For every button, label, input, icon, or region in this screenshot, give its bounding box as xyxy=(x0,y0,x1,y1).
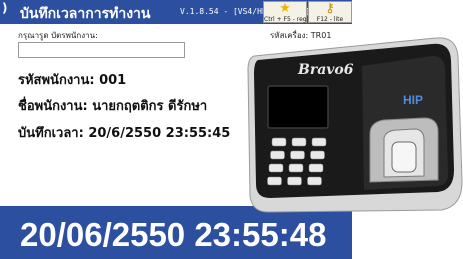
lite-button-label: F12 - lite xyxy=(316,16,344,23)
device-key xyxy=(290,150,305,160)
fingerprint-sensor-glass xyxy=(391,141,417,173)
device-key xyxy=(270,150,285,160)
key-icon: ⚷ xyxy=(325,1,335,16)
device-key xyxy=(271,137,287,147)
window-title: บันทึกเวลาการทำงาน xyxy=(20,6,151,22)
current-clock: 20/06/2550 23:55:48 xyxy=(20,216,327,253)
title-bar: ) บันทึกเวลาการทำงาน V.1.8.54 - [VS4/HEA… xyxy=(0,0,352,24)
star-icon: ★ xyxy=(279,1,291,16)
record-time: บันทึกเวลา: 20/6/2550 23:55:45 xyxy=(18,126,231,141)
register-button[interactable]: ★ Ctrl + F5 - reg xyxy=(263,1,307,23)
device-screen xyxy=(267,85,329,129)
device-key xyxy=(307,176,322,186)
device-key xyxy=(291,137,307,147)
device-key xyxy=(310,150,325,160)
device-key xyxy=(267,176,282,186)
device-key xyxy=(287,176,302,186)
device-badge: HIP xyxy=(403,93,423,107)
title-paren: ) xyxy=(2,1,8,15)
lite-button[interactable]: ⚷ F12 - lite xyxy=(308,1,352,23)
card-field-label: กรุณารูด บัตรพนักงาน: xyxy=(18,31,98,40)
device-key xyxy=(311,137,327,147)
device-key xyxy=(308,163,324,173)
card-input[interactable] xyxy=(18,42,185,58)
device-key xyxy=(288,163,304,173)
employee-code: รหัสพนักงาน: 001 xyxy=(18,73,127,88)
employee-name: ชื่อพนักงาน: นายกฤตติกร ดีรักษา xyxy=(18,99,208,114)
register-button-label: Ctrl + F5 - reg xyxy=(264,16,307,23)
fingerprint-device-image: Bravo6 HIP xyxy=(247,37,463,213)
device-brand: Bravo6 xyxy=(297,62,354,78)
device-key xyxy=(268,163,284,173)
